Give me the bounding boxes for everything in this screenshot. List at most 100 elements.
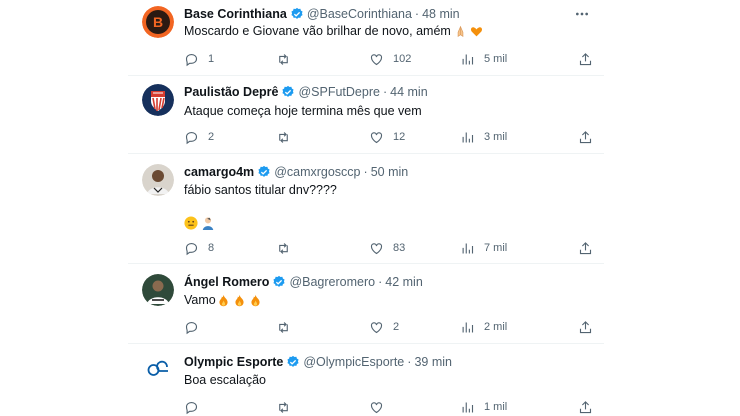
reply-button[interactable]: 2 <box>184 129 214 145</box>
tweet-text: Moscardo e Giovane vão brilhar de novo, … <box>184 24 483 38</box>
tweet-text: Boa escalação <box>184 373 266 387</box>
tweet-header: Olympic Esporte @OlympicEsporte · 39 min <box>184 355 452 369</box>
user-handle[interactable]: @BaseCorinthiana <box>307 7 412 21</box>
user-handle[interactable]: @Bagreromero <box>289 275 375 289</box>
timestamp[interactable]: 39 min <box>414 355 452 369</box>
retweet-icon <box>279 321 288 333</box>
avatar[interactable] <box>142 354 174 386</box>
views-button[interactable]: 2 mil <box>460 319 507 335</box>
tweet-header: Paulistão Deprê @SPFutDepre · 44 min <box>184 85 428 99</box>
views-button[interactable]: 7 mil <box>460 240 507 256</box>
tweet-item[interactable]: B Base Corinthiana @BaseCorinthiana · 48… <box>128 0 604 76</box>
user-handle[interactable]: @OlympicEsporte <box>303 355 404 369</box>
retweet-button[interactable] <box>276 51 300 67</box>
like-button[interactable]: 2 <box>369 319 399 335</box>
tweet-header: Ángel Romero @Bagreromero · 42 min <box>184 275 423 289</box>
share-button[interactable] <box>578 129 593 145</box>
display-name[interactable]: Base Corinthiana <box>184 7 287 21</box>
share-button[interactable] <box>578 240 593 256</box>
views-count: 7 mil <box>484 242 508 254</box>
separator-dot: · <box>382 85 388 99</box>
reply-button[interactable]: 1 <box>184 51 214 67</box>
views-button[interactable]: 1 mil <box>460 399 507 415</box>
reply-count: 8 <box>208 242 215 254</box>
views-button[interactable]: 3 mil <box>460 129 507 145</box>
retweet-button[interactable] <box>276 240 300 256</box>
views-count: 2 mil <box>484 321 508 333</box>
reply-icon <box>185 401 198 414</box>
reply-button[interactable]: 8 <box>184 240 214 256</box>
heart-icon <box>370 53 383 65</box>
tweet-feed: B Base Corinthiana @BaseCorinthiana · 48… <box>128 0 604 416</box>
like-count: 12 <box>393 131 406 143</box>
share-icon <box>579 130 592 143</box>
timestamp[interactable]: 50 min <box>371 165 409 179</box>
timestamp[interactable]: 48 min <box>422 7 460 21</box>
tweet-body: fábio santos titular dnv???? <box>184 183 337 197</box>
reply-button[interactable] <box>184 399 208 415</box>
retweet-icon <box>279 131 288 143</box>
views-button[interactable]: 5 mil <box>460 51 507 67</box>
tweet-header: camargo4m @camxrgosccp · 50 min <box>184 165 408 179</box>
svg-text:B: B <box>153 14 163 30</box>
heart-icon <box>370 131 383 143</box>
base-corinthiana-logo: B <box>142 6 174 38</box>
timestamp[interactable]: 44 min <box>390 85 428 99</box>
tweet-item[interactable]: Olympic Esporte @OlympicEsporte · 39 min… <box>128 344 604 416</box>
verified-badge-icon <box>258 165 270 177</box>
retweet-button[interactable] <box>276 319 300 335</box>
avatar[interactable] <box>142 84 174 116</box>
retweet-icon <box>279 401 288 413</box>
like-button[interactable]: 102 <box>369 51 411 67</box>
fire-icon <box>219 294 228 306</box>
tweet-item[interactable]: Ángel Romero @Bagreromero · 42 min Vamo <box>128 264 604 344</box>
share-button[interactable] <box>578 51 593 67</box>
user-handle[interactable]: @camxrgosccp <box>274 165 360 179</box>
tweet-body: Vamo <box>184 293 216 307</box>
folded-hands-icon <box>457 25 464 37</box>
separator-dot: · <box>414 7 420 21</box>
avatar[interactable] <box>142 274 174 306</box>
display-name[interactable]: Paulistão Deprê <box>184 85 278 99</box>
retweet-button[interactable] <box>276 129 300 145</box>
reply-count: 1 <box>208 53 215 65</box>
heart-icon <box>370 321 383 333</box>
avatar[interactable] <box>142 164 174 196</box>
person-icon <box>202 217 214 230</box>
tweet-actions: 2 12 3 mil <box>184 129 594 145</box>
views-count: 3 mil <box>484 131 508 143</box>
tweet-body: Moscardo e Giovane vão brilhar de novo, … <box>184 24 451 38</box>
like-button[interactable]: 12 <box>369 129 405 145</box>
like-button[interactable]: 83 <box>369 240 405 256</box>
share-icon <box>579 320 592 333</box>
like-count: 2 <box>393 321 400 333</box>
retweet-button[interactable] <box>276 399 300 415</box>
tweet-actions: 1 mil <box>184 399 594 415</box>
verified-badge-icon <box>291 7 303 19</box>
tweet-header: Base Corinthiana @BaseCorinthiana · 48 m… <box>184 7 460 21</box>
avatar[interactable]: B <box>142 6 174 38</box>
reply-icon <box>185 242 198 255</box>
user-photo <box>142 164 174 196</box>
timestamp[interactable]: 42 min <box>385 275 423 289</box>
display-name[interactable]: Olympic Esporte <box>184 355 283 369</box>
retweet-icon <box>279 242 288 254</box>
reply-count: 2 <box>208 131 215 143</box>
retweet-icon <box>279 53 288 65</box>
share-button[interactable] <box>578 319 593 335</box>
user-photo <box>142 274 174 306</box>
display-name[interactable]: Ángel Romero <box>184 275 269 289</box>
like-button[interactable] <box>369 399 393 415</box>
reply-button[interactable] <box>184 319 208 335</box>
tweet-text: fábio santos titular dnv???? <box>184 183 337 197</box>
display-name[interactable]: camargo4m <box>184 165 254 179</box>
tweet-text: Vamo <box>184 293 262 307</box>
tweet-item[interactable]: Paulistão Deprê @SPFutDepre · 44 min Ata… <box>128 76 604 154</box>
tweet-item[interactable]: camargo4m @camxrgosccp · 50 min fábio sa… <box>128 154 604 264</box>
more-horizontal-icon[interactable] <box>574 6 590 22</box>
reply-icon <box>185 53 198 66</box>
reply-icon <box>185 321 198 334</box>
user-handle[interactable]: @SPFutDepre <box>298 85 379 99</box>
share-button[interactable] <box>578 399 593 415</box>
orange-heart-icon <box>470 26 482 36</box>
